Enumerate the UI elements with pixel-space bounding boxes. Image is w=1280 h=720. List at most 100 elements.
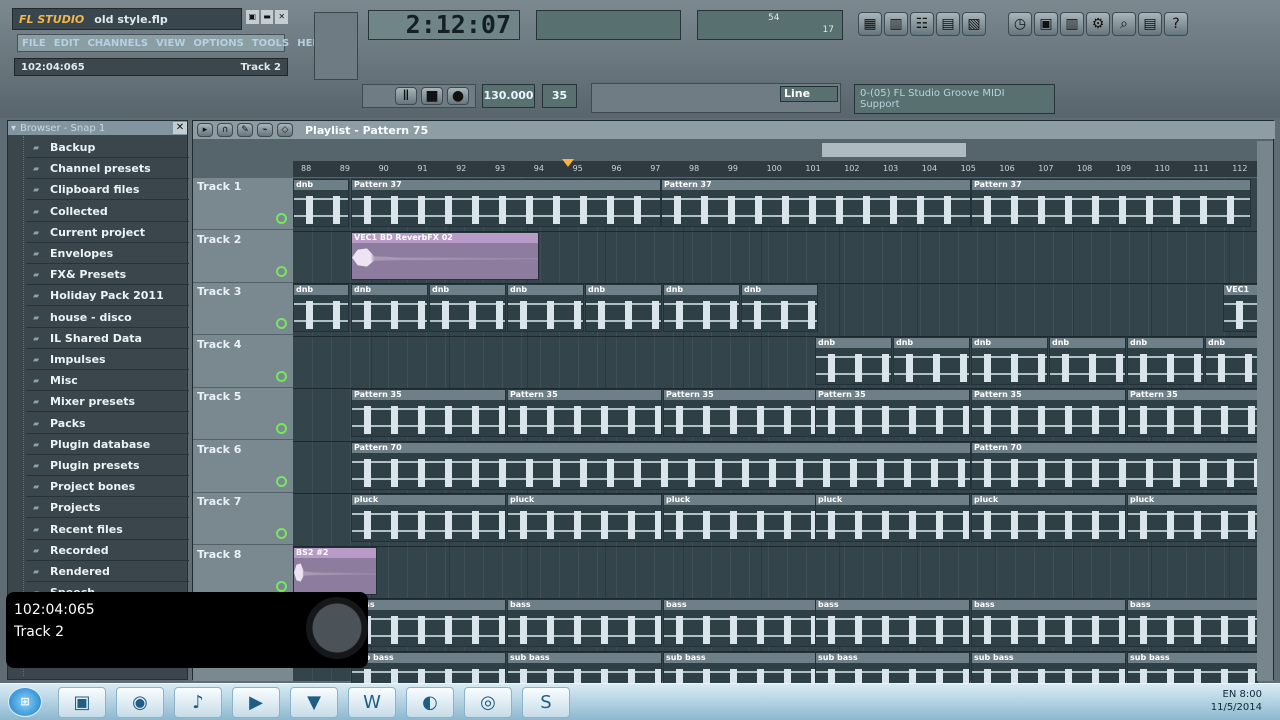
track-label[interactable]: Track 8 (193, 546, 293, 598)
pattern-clip[interactable]: bass (1127, 599, 1258, 647)
browser-item[interactable]: Packs (26, 413, 189, 434)
chrome-icon[interactable]: ◉ (116, 687, 164, 718)
menu-channels[interactable]: CHANNELS (87, 38, 148, 49)
firefox-icon[interactable]: ◐ (406, 687, 454, 718)
browser-item[interactable]: Recorded (26, 540, 189, 561)
pattern-clip[interactable]: dnb (429, 284, 506, 332)
app-icon[interactable]: ▼ (290, 687, 338, 718)
pattern-clip[interactable]: bass (815, 599, 970, 647)
pattern-clip[interactable]: Pattern 37 (351, 179, 661, 227)
pattern-clip[interactable]: Pattern 35 (663, 389, 818, 437)
paint-icon[interactable]: ⌁ (257, 123, 273, 137)
playlist-icon[interactable]: ▦ (858, 12, 882, 36)
pattern-clip[interactable]: dnb (971, 336, 1048, 385)
media-player-icon[interactable]: ▶ (232, 687, 280, 718)
browser-item[interactable]: Misc (26, 370, 189, 392)
pattern-clip[interactable]: Pattern 37 (971, 179, 1251, 227)
quicktime-icon[interactable]: ◎ (464, 687, 512, 718)
close-browser-icon[interactable]: ✕ (173, 122, 187, 134)
menu-view[interactable]: VIEW (156, 38, 185, 49)
notes-icon[interactable]: ▤ (1138, 12, 1162, 36)
browser-item[interactable]: Plugin presets (26, 455, 189, 476)
search-icon[interactable]: ⌕ (1112, 12, 1136, 36)
save-icon[interactable]: ▣ (1034, 12, 1058, 36)
help-icon[interactable]: ? (1164, 12, 1188, 36)
pattern-clip[interactable]: dnb (1205, 336, 1258, 385)
browser-item[interactable]: IL Shared Data (26, 328, 189, 349)
browser-item[interactable]: Backup (26, 137, 189, 158)
pattern-clip[interactable]: dnb (351, 284, 428, 332)
pattern-clip[interactable]: Pattern 70 (351, 441, 971, 490)
pattern-clip[interactable]: bass (663, 599, 818, 647)
track-label[interactable]: Track 6 (193, 441, 293, 493)
browser-item[interactable]: Impulses (26, 349, 189, 370)
settings-icon[interactable]: ⚙ (1086, 12, 1110, 36)
browser-item[interactable]: FX& Presets (26, 264, 189, 286)
language-indicator[interactable]: EN (1223, 689, 1237, 700)
track-label[interactable]: Track 3 (193, 283, 293, 335)
pattern-display[interactable]: 35 (542, 84, 577, 108)
snap-selector[interactable]: Line (780, 86, 838, 102)
browser-item[interactable]: house - disco (26, 307, 189, 328)
fl-studio-icon[interactable]: ♪ (174, 687, 222, 718)
track-label[interactable]: Track 7 (193, 493, 293, 545)
pattern-clip[interactable]: pluck (1127, 494, 1258, 542)
word-icon[interactable]: W (348, 687, 396, 718)
browser-item[interactable]: Project bones (26, 476, 189, 498)
pattern-clip[interactable]: dnb (1049, 336, 1126, 385)
pattern-clip[interactable]: pluck (971, 494, 1126, 542)
pattern-clip[interactable]: pluck (507, 494, 662, 542)
minimize-icon[interactable]: ▬ (260, 10, 274, 24)
browser-item[interactable]: Recent files (26, 519, 189, 540)
master-volume-slider[interactable] (314, 12, 358, 80)
pattern-clip[interactable]: dnb (1127, 336, 1204, 385)
playlist-menu-icon[interactable]: ▸ (197, 123, 213, 137)
browser-item[interactable]: Mixer presets (26, 391, 189, 413)
browser-item[interactable]: Current project (26, 222, 189, 243)
jog-wheel[interactable] (306, 597, 368, 659)
pattern-clip[interactable]: Pattern 35 (507, 389, 662, 437)
browser-icon[interactable]: ▧ (962, 12, 986, 36)
pattern-clip[interactable]: Pattern 35 (815, 389, 970, 437)
playlist-grid[interactable]: dnb Pattern 37 Pattern 37 Pattern 37 VEC1 BD… (293, 178, 1258, 700)
pattern-clip[interactable]: dnb (293, 284, 349, 332)
clock-icon[interactable]: ◷ (1008, 12, 1032, 36)
browser-item[interactable]: Channel presets (26, 158, 189, 180)
pattern-clip[interactable]: dnb (663, 284, 740, 332)
browser-item[interactable]: Holiday Pack 2011 (26, 285, 189, 307)
pattern-clip[interactable]: dnb (293, 179, 349, 227)
pattern-clip[interactable]: VEC1 (1223, 284, 1258, 332)
draw-icon[interactable]: ✎ (237, 123, 253, 137)
pattern-clip[interactable]: bass (351, 599, 506, 647)
mixer-icon[interactable]: ▤ (936, 12, 960, 36)
browser-item[interactable]: Clipboard files (26, 179, 189, 201)
folder-icon[interactable]: ▣ (58, 687, 106, 718)
browser-item[interactable]: Projects (26, 497, 189, 519)
track-label[interactable]: Track 2 (193, 231, 293, 283)
menu-icon[interactable]: ▣ (246, 10, 259, 24)
channel-rack-icon[interactable]: ☷ (910, 12, 934, 36)
magnet-icon[interactable]: ∩ (217, 123, 233, 137)
mute-icon[interactable]: ◇ (277, 123, 293, 137)
menu-file[interactable]: FILE (22, 38, 46, 49)
skype-icon[interactable]: S (522, 687, 570, 718)
pattern-clip[interactable]: bass (507, 599, 662, 647)
pattern-clip[interactable]: pluck (815, 494, 970, 542)
pattern-clip[interactable]: VEC1 BD ReverbFX 02 (351, 231, 539, 280)
vertical-scrollbar[interactable] (1257, 141, 1273, 681)
pattern-clip[interactable]: BS2 #2 (293, 546, 377, 595)
tempo-display[interactable]: 130.000 (482, 84, 535, 108)
pattern-clip[interactable]: Pattern 37 (661, 179, 971, 227)
horizontal-scrollbar[interactable] (821, 142, 967, 158)
pattern-clip[interactable]: bass (971, 599, 1126, 647)
pattern-clip[interactable]: pluck (663, 494, 818, 542)
menu-edit[interactable]: EDIT (54, 38, 80, 49)
pattern-clip[interactable]: dnb (815, 336, 892, 385)
start-button[interactable]: ⊞ (8, 687, 42, 717)
browser-item[interactable]: Rendered (26, 561, 189, 582)
browser-item[interactable]: Collected (26, 201, 189, 222)
browser-item[interactable]: Plugin database (26, 434, 189, 455)
browser-item[interactable]: Envelopes (26, 243, 189, 264)
pattern-clip[interactable]: dnb (741, 284, 818, 332)
track-label[interactable]: Track 4 (193, 336, 293, 388)
